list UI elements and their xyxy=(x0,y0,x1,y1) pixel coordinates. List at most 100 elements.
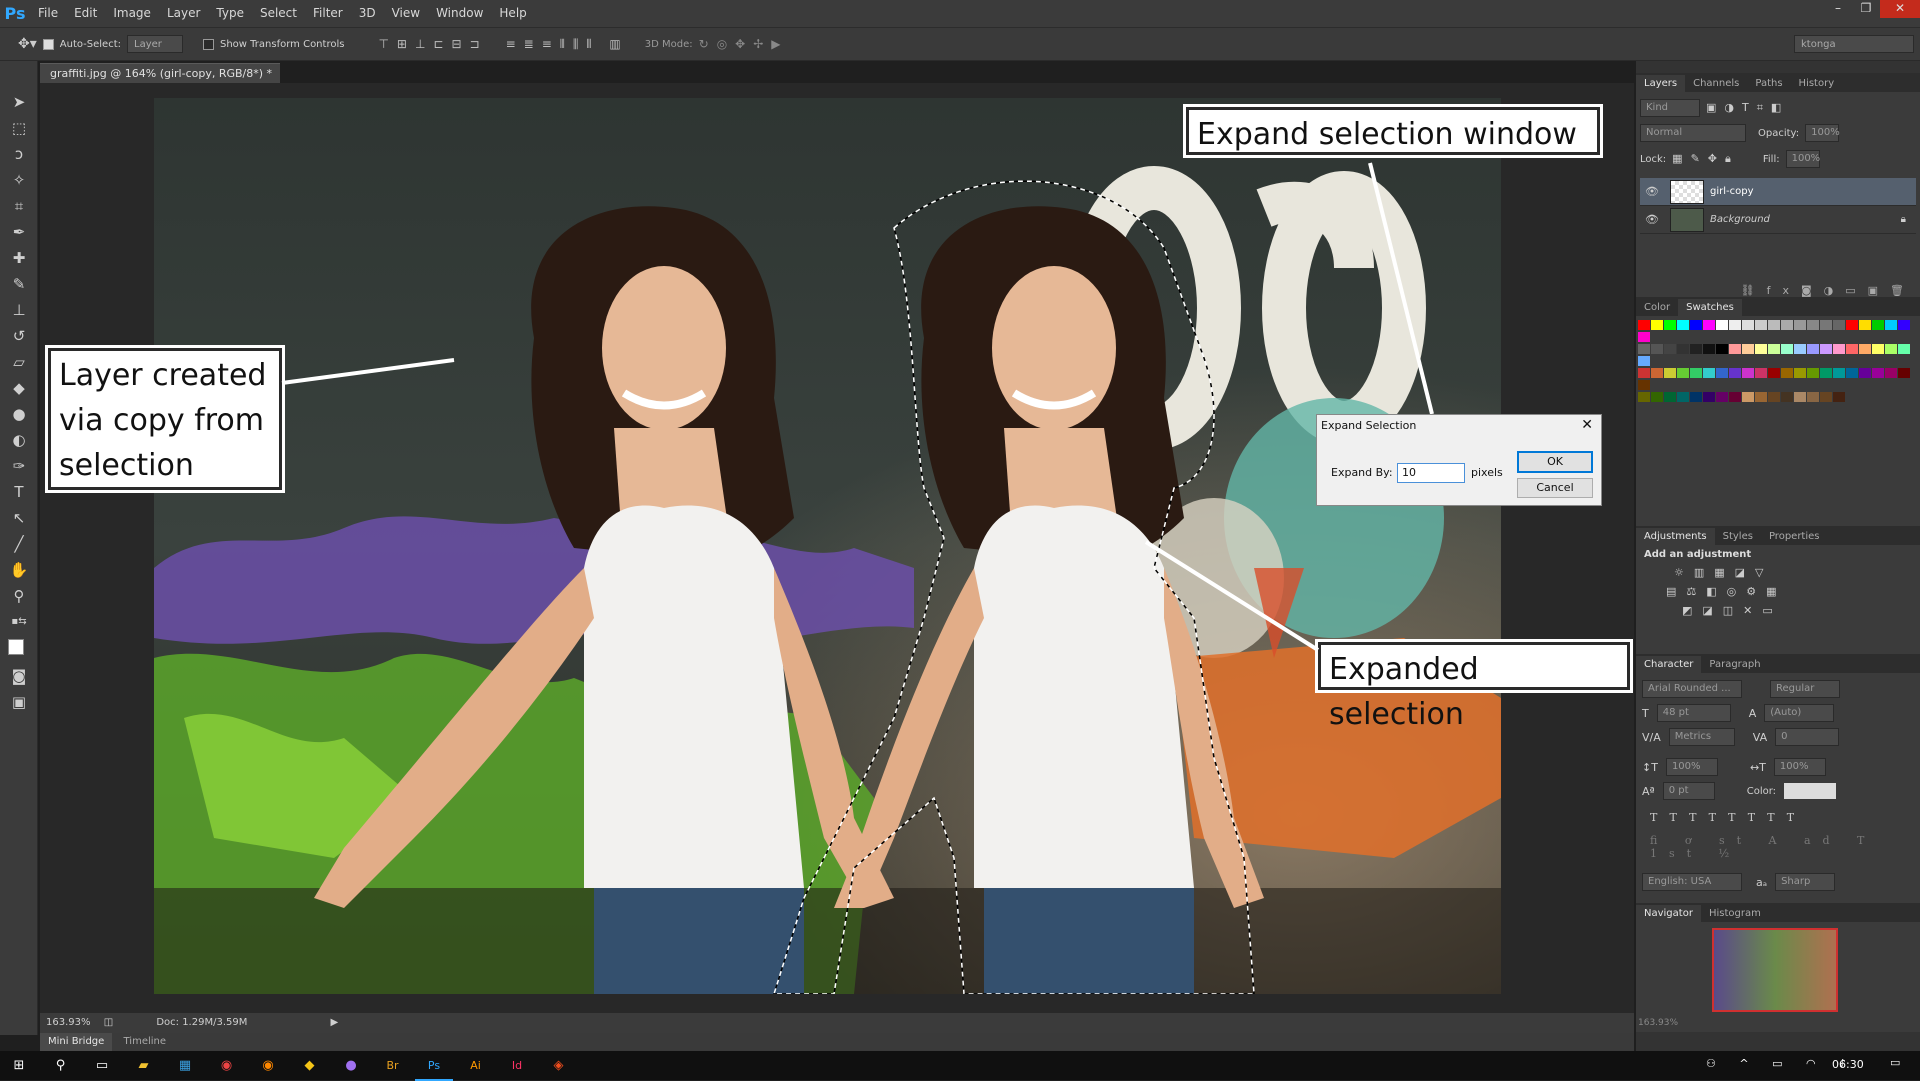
tab-channels[interactable]: Channels xyxy=(1685,75,1747,92)
color-swatch[interactable] xyxy=(1690,368,1702,378)
color-swatch[interactable] xyxy=(1885,344,1897,354)
color-swatch[interactable] xyxy=(1742,368,1754,378)
color-swatch[interactable] xyxy=(1833,344,1845,354)
color-swatch[interactable] xyxy=(1885,368,1897,378)
color-swatch[interactable] xyxy=(1807,368,1819,378)
visibility-eye-icon[interactable]: 👁︎ xyxy=(1640,185,1664,198)
color-swatch[interactable] xyxy=(1716,392,1728,402)
color-swatch[interactable] xyxy=(1677,320,1689,330)
app-icon[interactable]: ◆ xyxy=(291,1051,329,1080)
search-icon[interactable]: ⚲ xyxy=(42,1051,80,1080)
tab-character[interactable]: Character xyxy=(1636,656,1702,673)
color-swatch[interactable] xyxy=(1820,320,1832,330)
color-swatch[interactable] xyxy=(1898,320,1910,330)
color-swatch[interactable] xyxy=(1690,320,1702,330)
color-swatch[interactable] xyxy=(1742,392,1754,402)
indesign-icon[interactable]: Id xyxy=(498,1051,536,1080)
kerning-input[interactable]: Metrics xyxy=(1668,728,1735,746)
color-swatch[interactable] xyxy=(1755,320,1767,330)
text-color-swatch[interactable] xyxy=(1784,783,1837,799)
tab-navigator[interactable]: Navigator xyxy=(1636,905,1701,922)
tab-history[interactable]: History xyxy=(1791,75,1843,92)
task-view-icon[interactable]: ▭ xyxy=(83,1051,121,1080)
color-swatch[interactable] xyxy=(1638,320,1650,330)
color-swatch[interactable] xyxy=(1729,392,1741,402)
vertical-scale-input[interactable]: 100% xyxy=(1665,758,1718,776)
color-swatch[interactable] xyxy=(1716,368,1728,378)
notifications-icon[interactable]: ▭ xyxy=(1890,1056,1900,1069)
color-swatch[interactable] xyxy=(1820,392,1832,402)
expand-by-input[interactable]: 10 xyxy=(1397,463,1465,483)
color-swatch[interactable] xyxy=(1807,320,1819,330)
baseline-shift-input[interactable]: 0 pt xyxy=(1662,782,1715,800)
color-swatch[interactable] xyxy=(1703,320,1715,330)
color-swatch[interactable] xyxy=(1703,368,1715,378)
tab-timeline[interactable]: Timeline xyxy=(116,1036,175,1047)
color-swatch[interactable] xyxy=(1846,368,1858,378)
color-swatch[interactable] xyxy=(1651,344,1663,354)
color-swatch[interactable] xyxy=(1638,344,1650,354)
cancel-button[interactable]: Cancel xyxy=(1517,478,1593,498)
color-swatch[interactable] xyxy=(1781,392,1793,402)
horizontal-scale-input[interactable]: 100% xyxy=(1773,758,1826,776)
color-swatch[interactable] xyxy=(1807,344,1819,354)
navigator-thumbnail[interactable] xyxy=(1712,928,1838,1012)
figma-icon[interactable]: ◈ xyxy=(540,1051,578,1080)
color-swatch[interactable] xyxy=(1898,344,1910,354)
color-swatch[interactable] xyxy=(1664,368,1676,378)
fill-input[interactable]: 100% xyxy=(1785,150,1820,168)
layer-kind-filter[interactable]: Kind xyxy=(1640,99,1700,117)
opentype-buttons[interactable]: ﬁ ơ st A ad T 1st ½ xyxy=(1650,834,1920,860)
font-family-dropdown[interactable]: Arial Rounded ... xyxy=(1642,680,1742,698)
dialog-close-icon[interactable]: ✕ xyxy=(1581,417,1593,433)
color-swatch[interactable] xyxy=(1677,344,1689,354)
color-swatch[interactable] xyxy=(1768,392,1780,402)
layer-row-girl-copy[interactable]: 👁︎ girl-copy xyxy=(1640,178,1916,206)
navigator-zoom[interactable]: 163.93% xyxy=(1638,1018,1678,1028)
color-swatch[interactable] xyxy=(1768,344,1780,354)
color-swatch[interactable] xyxy=(1781,320,1793,330)
color-swatch[interactable] xyxy=(1755,368,1767,378)
color-swatch[interactable] xyxy=(1638,392,1650,402)
color-swatch[interactable] xyxy=(1742,344,1754,354)
tab-paragraph[interactable]: Paragraph xyxy=(1701,656,1768,673)
tab-color[interactable]: Color xyxy=(1636,299,1678,316)
photoshop-taskbar-icon[interactable]: Ps xyxy=(415,1052,453,1081)
tab-properties[interactable]: Properties xyxy=(1761,528,1828,545)
color-swatch[interactable] xyxy=(1768,320,1780,330)
tab-histogram[interactable]: Histogram xyxy=(1701,905,1769,922)
tab-layers[interactable]: Layers xyxy=(1636,75,1686,92)
adjustment-icons-row-3[interactable]: ◩◪◫✕▭ xyxy=(1682,604,1912,617)
bridge-icon[interactable]: Br xyxy=(374,1051,412,1080)
tab-paths[interactable]: Paths xyxy=(1747,75,1790,92)
color-swatch[interactable] xyxy=(1677,368,1689,378)
color-swatch[interactable] xyxy=(1781,344,1793,354)
color-swatch[interactable] xyxy=(1651,320,1663,330)
adjustment-icons-row-1[interactable]: ☼▥▦◪▽ xyxy=(1674,566,1912,579)
color-swatch[interactable] xyxy=(1872,320,1884,330)
color-swatch[interactable] xyxy=(1638,380,1650,390)
file-explorer-icon[interactable]: ▰ xyxy=(125,1051,163,1080)
antialias-dropdown[interactable]: Sharp xyxy=(1775,873,1836,891)
color-swatch[interactable] xyxy=(1716,344,1728,354)
color-swatch[interactable] xyxy=(1664,344,1676,354)
color-swatch[interactable] xyxy=(1885,320,1897,330)
color-swatch[interactable] xyxy=(1768,368,1780,378)
color-swatch[interactable] xyxy=(1794,368,1806,378)
leading-input[interactable]: (Auto) xyxy=(1764,704,1835,722)
zoom-level[interactable]: 163.93% xyxy=(46,1017,91,1028)
color-swatch[interactable] xyxy=(1872,368,1884,378)
color-swatch[interactable] xyxy=(1807,392,1819,402)
color-swatch[interactable] xyxy=(1755,392,1767,402)
color-swatch[interactable] xyxy=(1794,320,1806,330)
color-swatch[interactable] xyxy=(1664,392,1676,402)
color-swatch[interactable] xyxy=(1651,368,1663,378)
media-icon[interactable]: ● xyxy=(332,1051,370,1080)
color-swatch[interactable] xyxy=(1716,320,1728,330)
color-swatch[interactable] xyxy=(1794,344,1806,354)
blend-mode-dropdown[interactable]: Normal xyxy=(1640,124,1746,142)
chrome-icon[interactable]: ◉ xyxy=(208,1051,246,1080)
ok-button[interactable]: OK xyxy=(1517,451,1593,473)
status-arrow-icon[interactable]: ▶ xyxy=(331,1017,339,1028)
color-swatch[interactable] xyxy=(1872,344,1884,354)
